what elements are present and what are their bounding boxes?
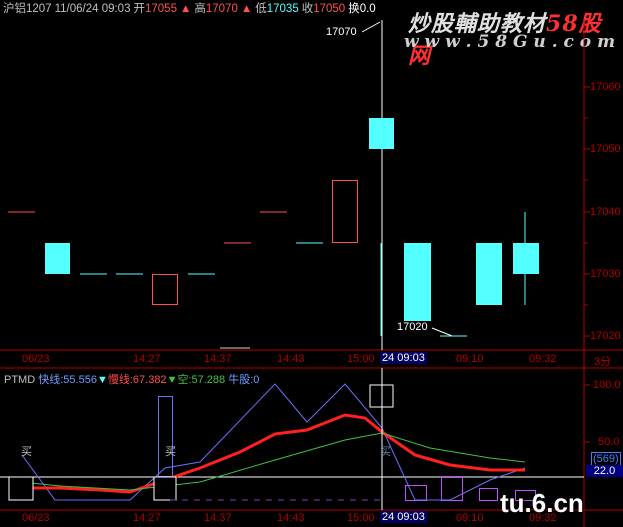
slow-line — [22, 413, 525, 494]
candle-up — [152, 274, 178, 305]
slow-value: 67.382 — [132, 374, 167, 386]
fast-value: 55.556 — [63, 374, 97, 386]
signal-box — [153, 476, 177, 501]
low-marker-line — [431, 327, 453, 337]
empty-line — [21, 432, 526, 491]
indicator-axis-tick: 50.0 — [598, 436, 620, 448]
price-tick: 17040 — [590, 206, 621, 218]
indicator-tag-value: (569) — [591, 452, 621, 466]
time-axis-top: 06/23 14:27 14:37 14:43 15:00 24 09:03 0… — [22, 352, 612, 368]
buy-mark: 买 — [21, 446, 32, 458]
candle-down — [513, 243, 539, 274]
indicator-axis-tick: 100.0 — [593, 379, 621, 391]
candle-down — [45, 243, 70, 274]
signal-box — [8, 476, 34, 501]
indicator-name: PTMD — [4, 374, 36, 386]
candle-down — [476, 243, 502, 305]
buy-mark: 买 — [165, 446, 176, 458]
low-marker-label: 17020 — [397, 321, 428, 333]
fast-line — [21, 383, 526, 501]
high-marker-label: 17070 — [326, 26, 357, 38]
buy-mark: 买 — [380, 446, 391, 458]
empty-value: 57.288 — [191, 374, 226, 386]
kline-chart[interactable] — [0, 0, 623, 527]
cursor-time-label: 24 09:03 — [380, 352, 427, 364]
candle-down — [369, 118, 394, 149]
period-label: 3分 — [594, 356, 612, 368]
high-marker-line — [361, 21, 381, 33]
candle-down — [404, 243, 431, 321]
candles — [8, 20, 539, 350]
signal-bar — [158, 396, 173, 477]
price-tick: 17020 — [590, 330, 621, 342]
bull-value: 0 — [253, 374, 260, 386]
footer-watermark: tu.6.cn — [500, 488, 584, 518]
candle-up — [332, 180, 358, 243]
cursor-time-label-bottom: 24 09:03 — [380, 511, 427, 523]
price-tick: 17030 — [590, 268, 621, 280]
indicator-header: PTMD 快线:55.556▼慢线:67.382▼空:57.288 牛股:0 — [4, 374, 260, 386]
price-tick: 17050 — [590, 143, 621, 155]
price-tick: 17060 — [590, 81, 621, 93]
indicator-current-tag: 22.0 — [586, 465, 623, 477]
